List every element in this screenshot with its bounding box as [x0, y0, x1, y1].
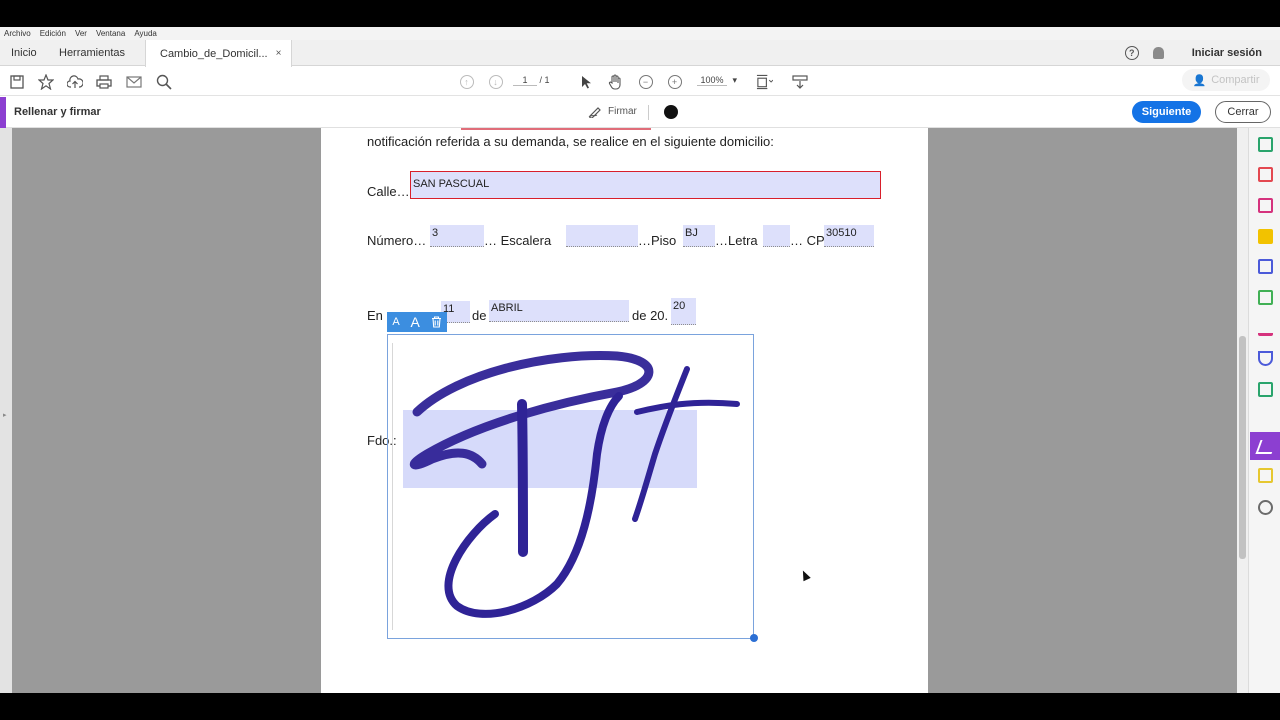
signature-drawing[interactable]: [387, 334, 754, 639]
page-navigator: 1 / 1: [513, 75, 550, 86]
protect-shield-icon[interactable]: [1258, 351, 1273, 366]
escalera-label: … Escalera: [484, 233, 552, 248]
edit-pdf-icon[interactable]: [1258, 321, 1273, 336]
zoom-select[interactable]: 100% ▾: [697, 75, 737, 86]
year-field[interactable]: 20: [671, 298, 696, 325]
tool-accent-bar: [0, 97, 6, 128]
tab-bar: Inicio Herramientas Cambio_de_Domicil...…: [0, 40, 1280, 67]
fill-sign-tool-icon[interactable]: [1250, 432, 1280, 460]
page-separator: /: [539, 75, 543, 85]
acrobat-window: Archivo Edición Ver Ventana Ayuda Inicio…: [0, 27, 1280, 693]
tab-document-label: Cambio_de_Domicil...: [160, 47, 268, 60]
text-smaller-icon[interactable]: A: [392, 316, 399, 328]
menu-ventana[interactable]: Ventana: [96, 29, 125, 38]
create-pdf-icon[interactable]: [1258, 167, 1273, 182]
scrollbar-thumb[interactable]: [1239, 336, 1246, 559]
page-fit-icon[interactable]: [756, 73, 773, 90]
main-toolbar: ↑ ↓ 1 / 1 − + 100% ▾ 👤 Compartir: [0, 67, 1280, 96]
export-pdf-icon[interactable]: [1258, 137, 1273, 152]
numero-label: Número…: [367, 233, 427, 248]
expand-arrow-icon[interactable]: ▸: [3, 411, 7, 419]
page-total: 1: [544, 75, 550, 85]
header-actions: ? Iniciar sesión: [1124, 40, 1262, 66]
pen-sign-icon: [588, 107, 601, 118]
text-larger-icon[interactable]: A: [410, 314, 419, 330]
share-user-icon: 👤: [1192, 74, 1207, 87]
share-button[interactable]: 👤 Compartir: [1182, 69, 1270, 91]
left-panel-toggle[interactable]: ▸: [0, 128, 12, 693]
menu-edicion[interactable]: Edición: [40, 29, 66, 38]
menu-archivo[interactable]: Archivo: [4, 29, 31, 38]
previous-page-icon[interactable]: ↑: [458, 73, 475, 90]
tab-tools[interactable]: Herramientas: [59, 40, 125, 66]
fill-sign-toolbar: Rellenar y firmar Firmar Siguiente Cerra…: [0, 97, 1280, 128]
next-page-icon[interactable]: ↓: [487, 73, 504, 90]
help-icon[interactable]: ?: [1124, 46, 1139, 60]
menu-bar: Archivo Edición Ver Ventana Ayuda: [0, 27, 1280, 40]
letra-label: …Letra: [715, 233, 758, 248]
delete-trash-icon[interactable]: [431, 316, 442, 328]
star-icon[interactable]: [37, 73, 54, 90]
resize-handle[interactable]: [750, 634, 758, 642]
document-viewport[interactable]: ▸ notificación referida a su demanda, se…: [0, 128, 1248, 693]
cp-label: … CP.: [790, 233, 827, 248]
numero-field[interactable]: 3: [430, 225, 484, 247]
scroll-mode-icon[interactable]: [791, 73, 808, 90]
calle-field[interactable]: SAN PASCUAL: [410, 171, 881, 199]
print-icon[interactable]: [95, 73, 112, 90]
send-for-review-icon[interactable]: [1258, 468, 1273, 483]
calle-label: Calle…: [367, 184, 410, 199]
field-border-top: [461, 128, 651, 130]
escalera-field[interactable]: [566, 225, 638, 247]
close-tab-icon[interactable]: ×: [276, 48, 282, 59]
right-tools-panel: [1248, 128, 1280, 693]
cp-field[interactable]: 30510: [824, 225, 874, 247]
month-field[interactable]: ABRIL: [489, 300, 629, 322]
zoom-value[interactable]: 100%: [697, 75, 727, 86]
menu-ayuda[interactable]: Ayuda: [134, 29, 157, 38]
convert-icon[interactable]: [1258, 382, 1273, 397]
combine-files-icon[interactable]: [1258, 259, 1273, 274]
chevron-down-icon[interactable]: ▾: [733, 75, 738, 85]
piso-label: …Piso: [638, 233, 677, 248]
piso-field[interactable]: BJ: [683, 225, 715, 247]
compress-icon[interactable]: [1258, 290, 1273, 305]
tab-document[interactable]: Cambio_de_Domicil... ×: [145, 40, 293, 67]
signin-link[interactable]: Iniciar sesión: [1192, 47, 1262, 59]
share-label: Compartir: [1211, 74, 1260, 86]
hand-tool-icon[interactable]: [607, 73, 624, 90]
zoom-out-icon[interactable]: −: [637, 73, 654, 90]
sign-button[interactable]: Firmar: [588, 104, 637, 118]
comment-icon[interactable]: [1258, 229, 1273, 244]
year-prefix-label: de 20.: [632, 308, 669, 323]
next-button[interactable]: Siguiente: [1132, 101, 1201, 123]
vertical-scrollbar[interactable]: [1237, 128, 1248, 693]
de-label: de: [472, 308, 487, 323]
tab-home[interactable]: Inicio: [11, 40, 37, 66]
email-icon[interactable]: [125, 73, 142, 90]
close-button[interactable]: Cerrar: [1215, 101, 1271, 123]
document-text-line: notificación referida a su demanda, se r…: [367, 134, 774, 149]
signature-toolbar: A A: [387, 312, 447, 332]
sign-label: Firmar: [608, 105, 637, 117]
menu-ver[interactable]: Ver: [75, 29, 87, 38]
en-label: En: [367, 308, 383, 323]
select-cursor-icon[interactable]: [578, 73, 595, 90]
fill-sign-title: Rellenar y firmar: [14, 106, 101, 118]
bell-icon[interactable]: [1152, 47, 1164, 59]
more-tools-icon[interactable]: [1258, 500, 1273, 515]
search-icon[interactable]: [155, 73, 172, 90]
color-picker-dot[interactable]: [664, 105, 678, 119]
page-number-input[interactable]: 1: [513, 75, 537, 86]
organize-pages-icon[interactable]: [1258, 198, 1273, 213]
toolbar-divider: [648, 105, 649, 120]
zoom-in-icon[interactable]: +: [666, 73, 683, 90]
upload-cloud-icon[interactable]: [66, 73, 83, 90]
save-icon[interactable]: [8, 73, 25, 90]
pdf-page[interactable]: notificación referida a su demanda, se r…: [321, 128, 928, 693]
letra-field[interactable]: [763, 225, 790, 247]
